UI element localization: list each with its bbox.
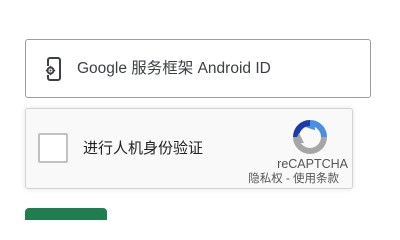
recaptcha-checkbox-label: 进行人机身份验证 <box>83 140 204 157</box>
recaptcha-links: 隐私权 - 使用条款 <box>248 173 339 186</box>
submit-button[interactable] <box>25 208 107 220</box>
recaptcha-checkbox[interactable] <box>38 133 68 163</box>
device-id-label: Google 服务框架 Android ID <box>77 60 271 77</box>
recaptcha-logo-icon <box>292 119 328 155</box>
phone-gear-icon <box>45 57 63 81</box>
recaptcha-widget: 进行人机身份验证 reCAPTCHA 隐私权 - 使用条款 <box>25 108 353 189</box>
link-separator: - <box>282 173 293 185</box>
device-id-field[interactable]: Google 服务框架 Android ID <box>25 39 371 98</box>
privacy-link[interactable]: 隐私权 <box>248 173 283 185</box>
recaptcha-brand: reCAPTCHA <box>277 157 348 171</box>
terms-link[interactable]: 使用条款 <box>293 173 339 185</box>
